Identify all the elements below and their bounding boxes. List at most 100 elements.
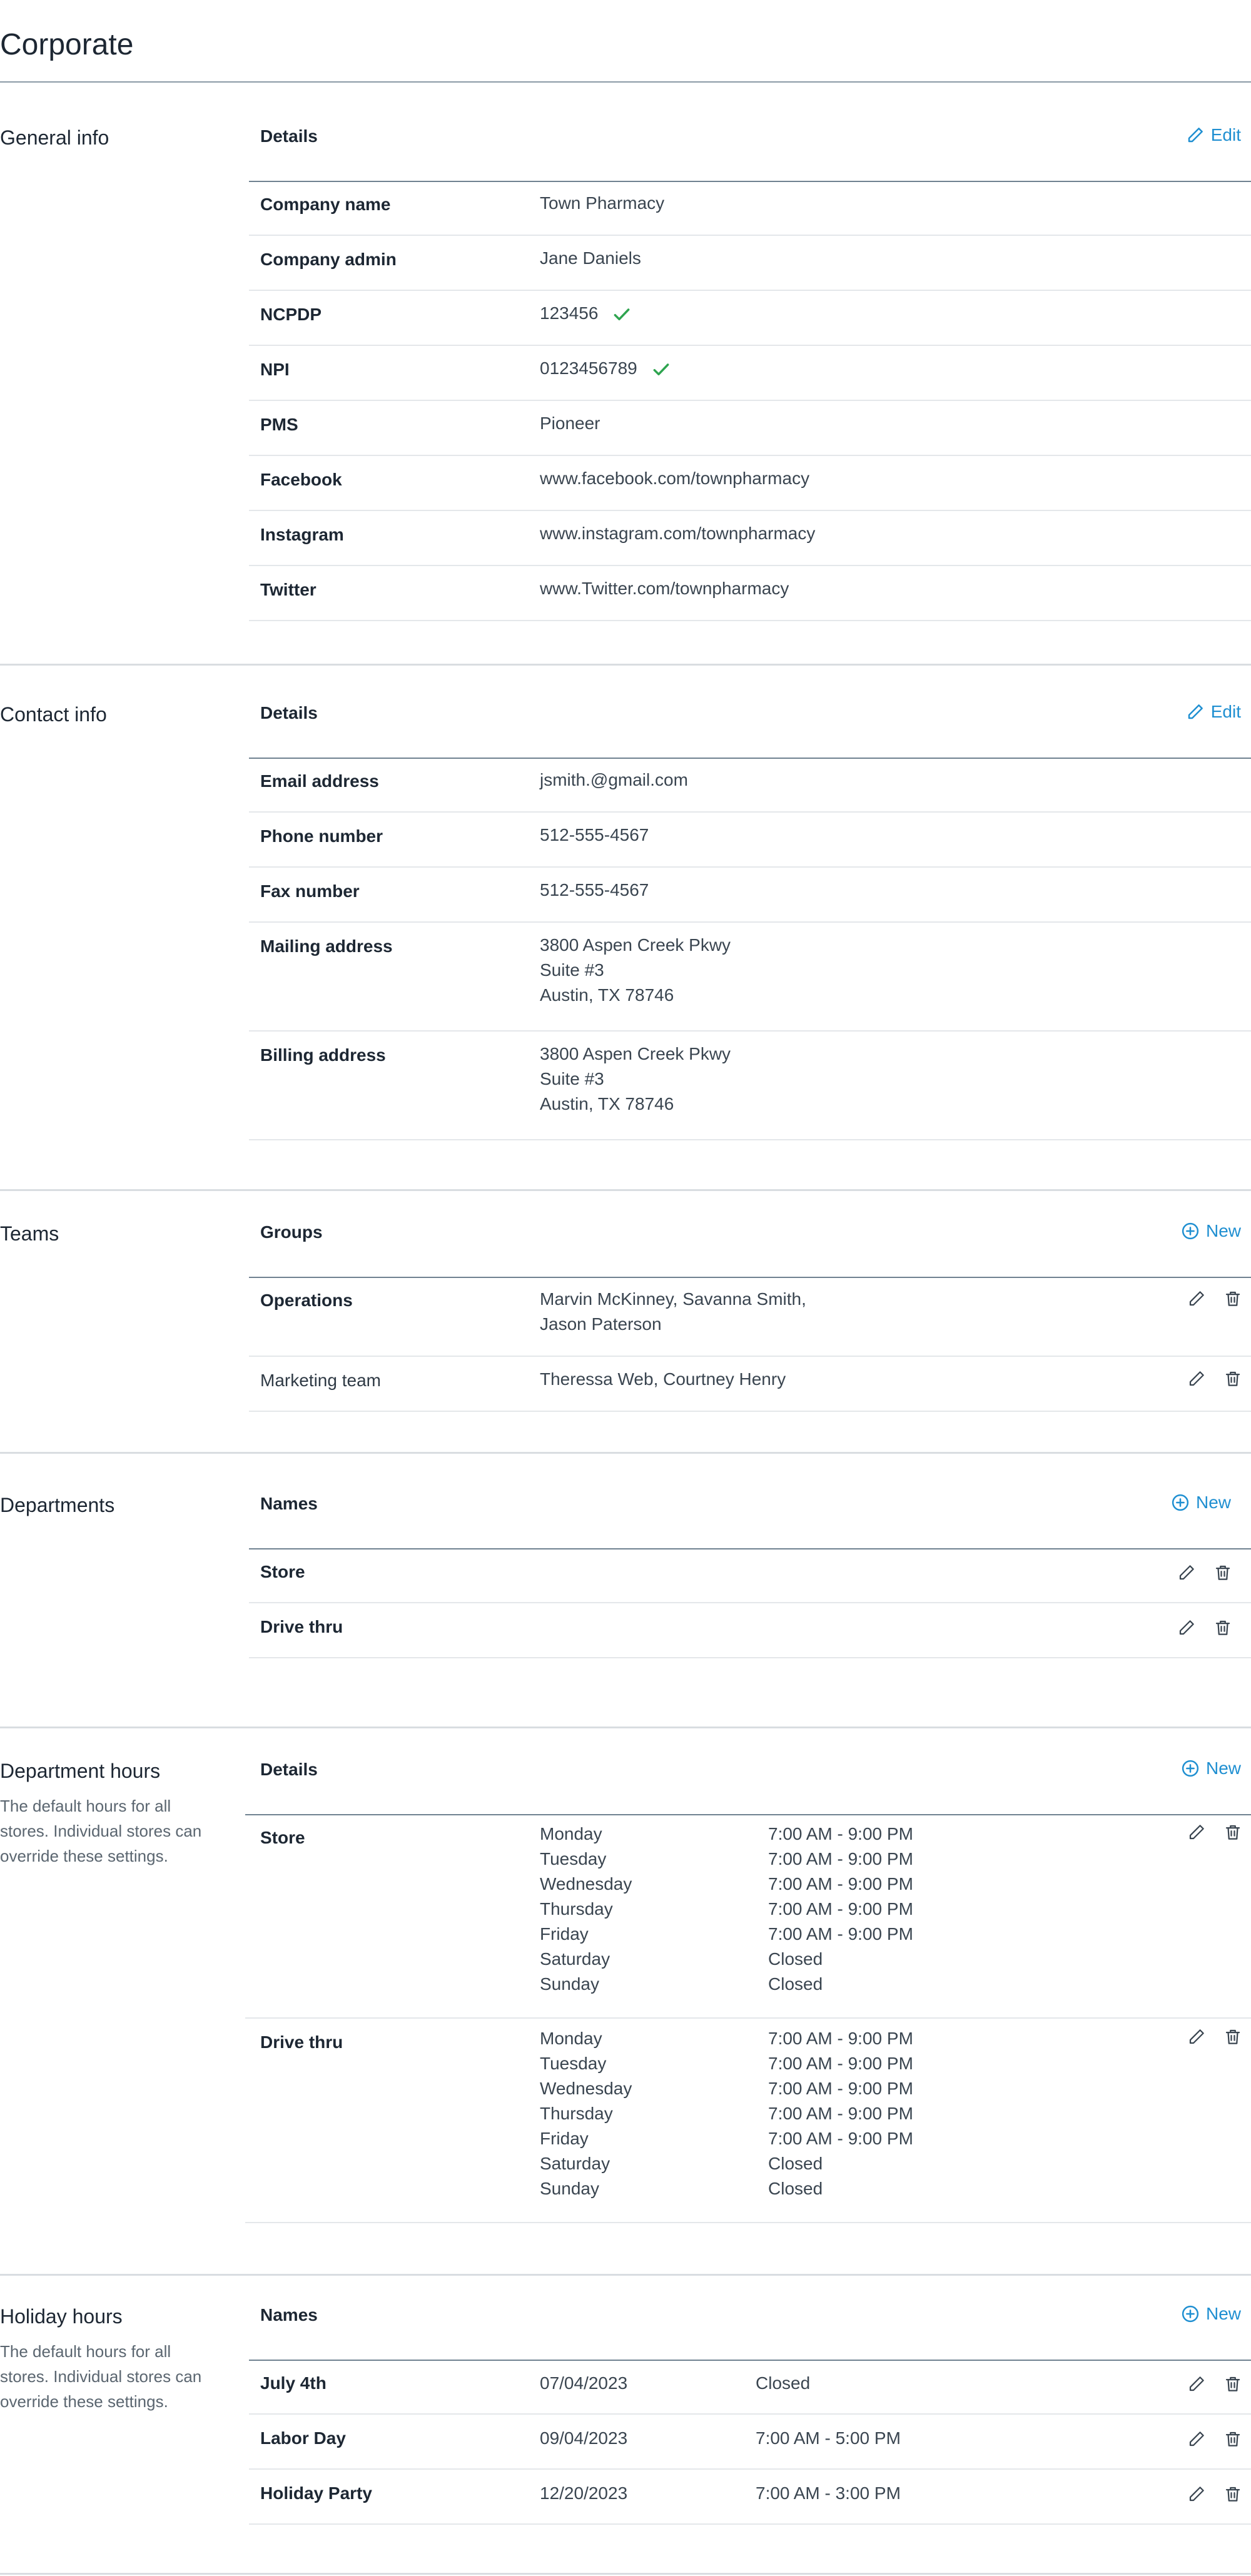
row-label: NCPDP xyxy=(260,305,322,324)
section-title: General info xyxy=(0,126,109,149)
new-label: New xyxy=(1205,2304,1241,2323)
edit-contact-button[interactable]: Edit xyxy=(1186,702,1241,722)
trash-icon[interactable] xyxy=(1223,2375,1242,2393)
edit-pencil-icon[interactable] xyxy=(1177,1563,1196,1582)
row-value: 512-555-4567 xyxy=(540,880,649,900)
row-actions xyxy=(1187,1369,1242,1388)
department-name: Store xyxy=(260,1828,305,1847)
hours-value: 7:00 AM - 9:00 PM xyxy=(768,2129,913,2148)
edit-pencil-icon[interactable] xyxy=(1187,2485,1206,2503)
trash-icon[interactable] xyxy=(1213,1563,1232,1582)
row-actions xyxy=(1187,2027,1242,2046)
edit-pencil-icon[interactable] xyxy=(1187,2375,1206,2393)
new-team-button[interactable]: New xyxy=(1181,1221,1241,1241)
section-title: Department hours xyxy=(0,1760,161,1782)
edit-pencil-icon[interactable] xyxy=(1177,1618,1196,1637)
edit-pencil-icon[interactable] xyxy=(1187,1369,1206,1388)
new-label: New xyxy=(1205,1758,1241,1778)
row-value: www.instagram.com/townpharmacy xyxy=(540,524,816,543)
panel-header-label: Groups xyxy=(260,1222,323,1242)
address-line: Suite #3 xyxy=(540,960,604,980)
day-list: Monday Tuesday Wednesday Thursday Friday… xyxy=(540,2026,632,2201)
edit-pencil-icon[interactable] xyxy=(1187,2430,1206,2448)
row-actions xyxy=(1177,1563,1232,1582)
info-row: NPI 0123456789 xyxy=(249,346,1251,401)
panel-header: Groups New xyxy=(249,1221,1251,1278)
edit-pencil-icon[interactable] xyxy=(1187,2027,1206,2046)
row-value: www.facebook.com/townpharmacy xyxy=(540,469,810,488)
day-label: Wednesday xyxy=(540,2079,632,2098)
day-label: Monday xyxy=(540,1824,602,1843)
info-row: Email address jsmith.@gmail.com xyxy=(249,758,1251,813)
trash-icon[interactable] xyxy=(1223,2027,1242,2046)
hours-row: Drive thru Monday Tuesday Wednesday Thur… xyxy=(245,2019,1251,2223)
new-department-button[interactable]: New xyxy=(1171,1493,1231,1513)
row-label: NPI xyxy=(260,360,290,379)
day-label: Saturday xyxy=(540,1949,610,1969)
edit-general-button[interactable]: Edit xyxy=(1186,125,1241,145)
trash-icon[interactable] xyxy=(1213,1618,1232,1637)
row-label: Twitter xyxy=(260,580,317,599)
hours-value: Closed xyxy=(768,1949,823,1969)
hours-value: 7:00 AM - 9:00 PM xyxy=(768,1899,913,1919)
day-label: Tuesday xyxy=(540,2054,607,2073)
row-value: Pioneer xyxy=(540,413,600,433)
trash-icon[interactable] xyxy=(1223,1823,1242,1842)
day-label: Friday xyxy=(540,1924,589,1944)
members-line: Jason Paterson xyxy=(540,1314,662,1334)
trash-icon[interactable] xyxy=(1223,2485,1242,2503)
row-value: www.Twitter.com/townpharmacy xyxy=(540,579,789,598)
row-label: Facebook xyxy=(260,470,342,489)
section-title: Teams xyxy=(0,1222,59,1245)
info-row: Fax number 512-555-4567 xyxy=(249,868,1251,923)
new-hours-button[interactable]: New xyxy=(1181,1758,1241,1778)
title-divider xyxy=(0,81,1251,83)
day-label: Wednesday xyxy=(540,1874,632,1894)
trash-icon[interactable] xyxy=(1223,1289,1242,1308)
team-members: Theressa Web, Courtney Henry xyxy=(540,1369,786,1389)
day-label: Friday xyxy=(540,2129,589,2148)
trash-icon[interactable] xyxy=(1223,2430,1242,2448)
trash-icon[interactable] xyxy=(1223,1369,1242,1388)
panel-header-label: Names xyxy=(260,1494,318,1513)
row-label: Instagram xyxy=(260,525,344,544)
teams-section: Teams Groups New Operations Marvin McKin… xyxy=(0,1221,1251,1454)
pencil-icon xyxy=(1188,128,1203,143)
team-name: Marketing team xyxy=(260,1371,381,1390)
day-label: Monday xyxy=(540,2029,602,2048)
hours-list: 7:00 AM - 9:00 PM 7:00 AM - 9:00 PM 7:00… xyxy=(768,1822,913,1997)
bottom-divider xyxy=(0,2573,1251,2575)
info-row: PMS Pioneer xyxy=(249,401,1251,456)
row-actions xyxy=(1187,1823,1242,1842)
edit-pencil-icon[interactable] xyxy=(1187,1823,1206,1842)
hours-value: Closed xyxy=(768,2154,823,2173)
hours-value: 7:00 AM - 9:00 PM xyxy=(768,1924,913,1944)
department-row: Drive thru xyxy=(249,1603,1251,1658)
row-label: Phone number xyxy=(260,826,383,846)
team-row: Marketing team Theressa Web, Courtney He… xyxy=(249,1357,1251,1412)
row-value: 0123456789 xyxy=(540,358,637,378)
address-line: Austin, TX 78746 xyxy=(540,1094,674,1113)
panel-header: Names New xyxy=(249,2304,1251,2361)
info-row: Twitter www.Twitter.com/townpharmacy xyxy=(249,566,1251,621)
info-row: Instagram www.instagram.com/townpharmacy xyxy=(249,511,1251,566)
panel-header-label: Names xyxy=(260,2305,318,2325)
row-value: Jane Daniels xyxy=(540,248,641,268)
info-row: Mailing address 3800 Aspen Creek Pkwy Su… xyxy=(249,923,1251,1032)
members-line: Marvin McKinney, Savanna Smith, xyxy=(540,1289,806,1309)
verified-check-icon xyxy=(614,308,630,320)
address-value: 3800 Aspen Creek Pkwy Suite #3 Austin, T… xyxy=(540,933,731,1008)
holiday-hours: 7:00 AM - 5:00 PM xyxy=(756,2428,901,2448)
holiday-hours: Closed xyxy=(756,2373,811,2393)
edit-pencil-icon[interactable] xyxy=(1187,1289,1206,1308)
holiday-row: Labor Day 09/04/2023 7:00 AM - 5:00 PM xyxy=(249,2415,1251,2470)
address-line: 3800 Aspen Creek Pkwy xyxy=(540,1044,731,1063)
row-actions xyxy=(1187,1289,1242,1308)
panel-header: Names New xyxy=(249,1493,1251,1549)
day-label: Thursday xyxy=(540,1899,613,1919)
row-label: Fax number xyxy=(260,881,360,901)
section-description: The default hours for all stores. Indivi… xyxy=(0,2342,202,2411)
new-holiday-button[interactable]: New xyxy=(1181,2304,1241,2324)
section-description: The default hours for all stores. Indivi… xyxy=(0,1797,202,1865)
department-name: Drive thru xyxy=(260,1617,343,1636)
